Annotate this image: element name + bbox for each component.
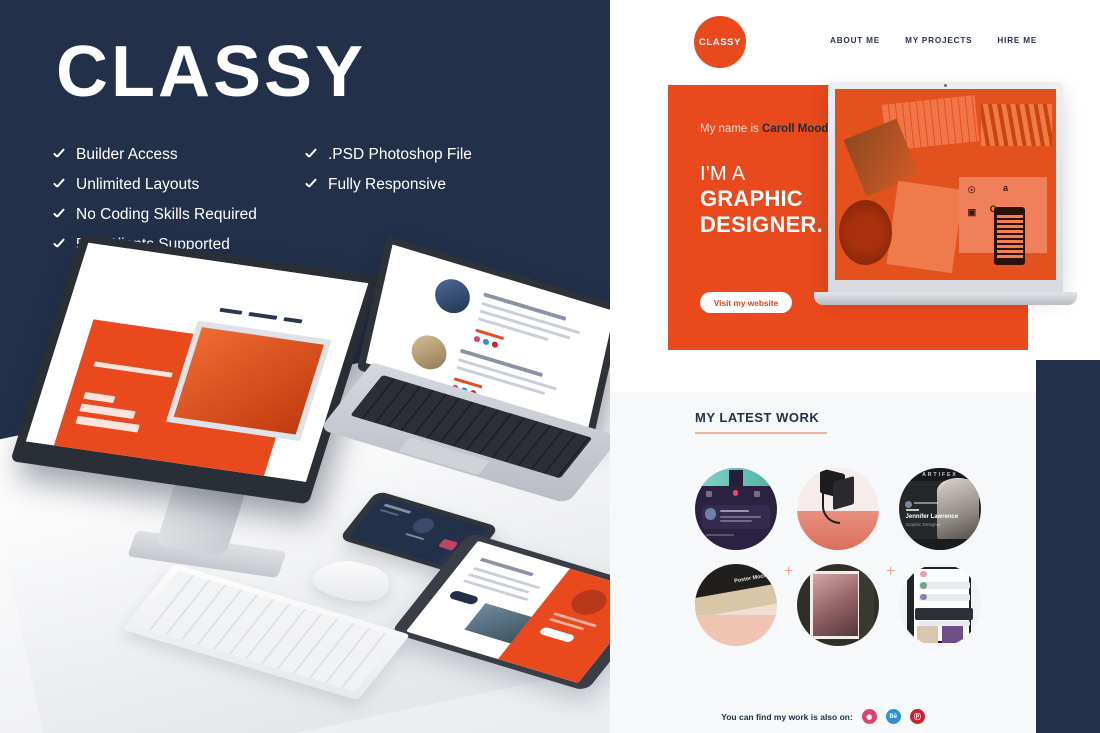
hero-intro-prefix: My name is bbox=[700, 123, 762, 135]
hero-headline: I'M A GRAPHIC DESIGNER. bbox=[700, 163, 823, 238]
check-icon bbox=[52, 209, 65, 222]
work-thumb-mobile-feed-screens[interactable] bbox=[899, 564, 981, 646]
footer-social-row: You can find my work is also on: ◉ Bē Ⓟ bbox=[610, 700, 1036, 733]
blog-avatar bbox=[431, 274, 474, 318]
laptop-camera-icon bbox=[944, 84, 947, 87]
site-canvas: CLASSY ABOUT ME MY PROJECTS HIRE ME My n… bbox=[610, 0, 1077, 733]
photo-books bbox=[980, 104, 1052, 147]
hero-laptop-screen: ☉ a ▣ C bbox=[835, 89, 1056, 280]
work-row: ARTIFEX Jennifer Lawrence Graphic Design… bbox=[695, 468, 981, 550]
site-preview-panel: CLASSY ABOUT ME MY PROJECTS HIRE ME My n… bbox=[610, 0, 1100, 733]
work-section-title: MY LATEST WORK bbox=[695, 410, 820, 425]
main-nav: ABOUT ME MY PROJECTS HIRE ME bbox=[830, 36, 1037, 45]
feature-label: Builder Access bbox=[76, 146, 178, 163]
photo-plate bbox=[839, 199, 893, 265]
check-icon bbox=[304, 149, 317, 162]
logo[interactable]: CLASSY bbox=[694, 16, 746, 68]
mini-nav-item bbox=[248, 312, 278, 320]
macbook-laptop-mockup bbox=[319, 235, 610, 504]
photo-paper bbox=[886, 180, 965, 273]
hero-laptop-mockup: ☉ a ▣ C bbox=[814, 82, 1077, 382]
hero-headline-line2: GRAPHIC bbox=[700, 186, 803, 212]
hero-laptop-base bbox=[814, 292, 1077, 305]
screenshot-stage: CLASSY Builder Access Unlimited Layouts … bbox=[0, 0, 1100, 733]
mini-nav-item bbox=[283, 317, 303, 324]
blog-social-dot bbox=[482, 338, 490, 346]
work-row: Poster Mock-Up bbox=[695, 564, 981, 646]
navy-edge-strip bbox=[1036, 360, 1100, 733]
footer-label: You can find my work is also on: bbox=[721, 711, 853, 722]
page-title: CLASSY bbox=[56, 32, 367, 112]
mini-nav-item bbox=[219, 307, 243, 315]
hero-headline-line3: DESIGNER. bbox=[700, 212, 823, 238]
nav-item-about-me[interactable]: ABOUT ME bbox=[830, 36, 880, 45]
check-icon bbox=[304, 179, 317, 192]
work-thumb-book-mockup-tan[interactable]: Poster Mock-Up bbox=[695, 564, 777, 646]
hero-intro-name: Caroll Mood. bbox=[762, 123, 832, 135]
feature-label: Fully Responsive bbox=[328, 176, 447, 193]
tablet-cta[interactable] bbox=[538, 626, 576, 644]
feature-label: No Coding Skills Required bbox=[76, 206, 257, 223]
photo-phone bbox=[994, 207, 1026, 265]
feature-label: .PSD Photoshop File bbox=[328, 146, 472, 163]
feature-column-2: .PSD Photoshop File Fully Responsive bbox=[304, 140, 472, 200]
work-thumb-framed-fabric-art[interactable] bbox=[797, 564, 879, 646]
work-title-underline bbox=[695, 432, 827, 434]
plus-icon: + bbox=[886, 563, 896, 580]
feature-item: Unlimited Layouts bbox=[52, 170, 257, 200]
behance-icon[interactable]: Bē bbox=[885, 709, 901, 724]
tablet-button[interactable] bbox=[447, 589, 480, 606]
desk-photo: ☉ a ▣ C bbox=[835, 89, 1056, 280]
blog-social-dot bbox=[473, 335, 481, 343]
work-thumb-device-pink-product-shot[interactable] bbox=[797, 468, 879, 550]
check-icon bbox=[52, 149, 65, 162]
imac-screen: CLASSY bbox=[25, 242, 369, 482]
feature-item: Fully Responsive bbox=[304, 170, 472, 200]
phone-sub bbox=[379, 509, 400, 517]
phone-line bbox=[405, 533, 425, 541]
imac-body: CLASSY bbox=[10, 233, 380, 505]
dribbble-icon[interactable]: ◉ bbox=[861, 709, 877, 724]
work-thumb-subtitle: Graphic Designer bbox=[905, 522, 941, 528]
blog-social-dot bbox=[491, 340, 499, 349]
promo-panel: CLASSY Builder Access Unlimited Layouts … bbox=[0, 0, 610, 733]
phone-avatar bbox=[409, 515, 439, 536]
imac-desktop-mockup: CLASSY bbox=[10, 233, 380, 579]
mini-hero-text bbox=[83, 392, 116, 404]
work-thumb-social-app-dark-ui[interactable] bbox=[695, 468, 777, 550]
feature-label: Unlimited Layouts bbox=[76, 176, 200, 193]
nav-item-my-projects[interactable]: MY PROJECTS bbox=[905, 36, 972, 45]
plus-icon: + bbox=[784, 563, 794, 580]
blog-avatar bbox=[408, 331, 450, 374]
hero-headline-line1: I'M A bbox=[700, 163, 746, 185]
tablet-avatar bbox=[564, 586, 610, 619]
site-header: CLASSY ABOUT ME MY PROJECTS HIRE ME bbox=[610, 0, 1036, 82]
hero-laptop-lid: ☉ a ▣ C bbox=[828, 82, 1063, 292]
feature-item: .PSD Photoshop File bbox=[304, 140, 472, 170]
tablet-mockup bbox=[390, 532, 610, 728]
work-thumb-artifex-portrait-card[interactable]: ARTIFEX Jennifer Lawrence Graphic Design… bbox=[899, 468, 981, 550]
pinterest-icon[interactable]: Ⓟ bbox=[909, 709, 925, 724]
tablet-screen bbox=[406, 540, 610, 684]
work-grid: ARTIFEX Jennifer Lawrence Graphic Design… bbox=[695, 468, 981, 660]
check-icon bbox=[52, 179, 65, 192]
feature-item: No Coding Skills Required bbox=[52, 200, 257, 230]
mini-site-preview: CLASSY bbox=[25, 242, 369, 482]
mini-hero-text bbox=[93, 361, 173, 378]
visit-website-button[interactable]: Visit my website bbox=[700, 292, 792, 313]
nav-item-hire-me[interactable]: HIRE ME bbox=[997, 36, 1037, 45]
hero-intro: My name is Caroll Mood. bbox=[700, 123, 832, 135]
work-thumb-caption: Jennifer Lawrence bbox=[905, 513, 959, 520]
feature-item: Builder Access bbox=[52, 140, 257, 170]
